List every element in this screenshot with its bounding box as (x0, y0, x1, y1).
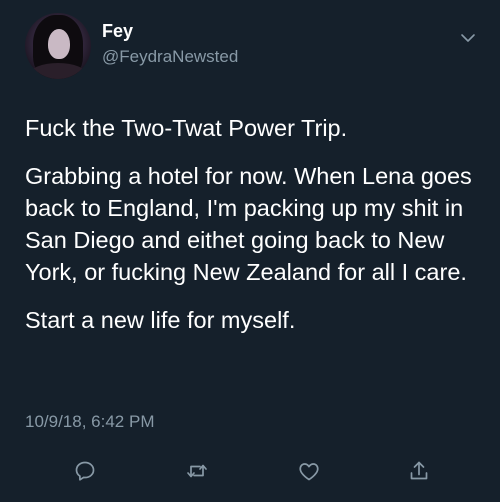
tweet-card: Fey @FeydraNewsted Fuck the Two-Twat Pow… (0, 0, 500, 502)
tweet-paragraph: Start a new life for myself. (25, 307, 296, 333)
avatar[interactable] (25, 13, 91, 79)
chevron-down-icon[interactable] (460, 30, 476, 46)
like-button[interactable] (294, 458, 324, 488)
reply-button[interactable] (70, 458, 100, 488)
tweet-paragraph: Grabbing a hotel for now. When Lena goes… (25, 163, 472, 285)
share-button[interactable] (404, 458, 434, 488)
user-handle[interactable]: @FeydraNewsted (102, 47, 238, 67)
like-icon (297, 459, 321, 488)
tweet-timestamp[interactable]: 10/9/18, 6:42 PM (25, 412, 154, 432)
tweet-text: Fuck the Two-Twat Power Trip. Grabbing a… (25, 112, 485, 352)
tweet-paragraph: Fuck the Two-Twat Power Trip. (25, 115, 348, 141)
retweet-icon (185, 459, 209, 488)
tweet-actions (0, 458, 500, 488)
retweet-button[interactable] (182, 458, 212, 488)
display-name[interactable]: Fey (102, 21, 133, 42)
reply-icon (73, 459, 97, 488)
share-icon (407, 459, 431, 488)
